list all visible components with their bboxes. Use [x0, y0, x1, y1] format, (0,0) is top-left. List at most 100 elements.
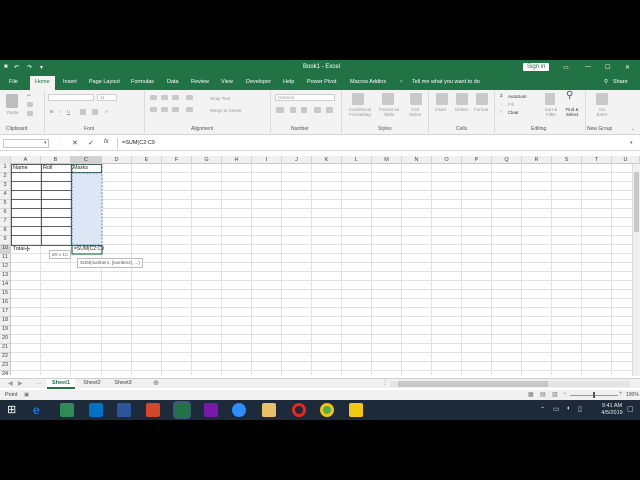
- page-break-view-icon[interactable]: ▥: [552, 391, 558, 398]
- find-select-button[interactable]: Find & Select: [562, 107, 582, 117]
- zoom-app-icon[interactable]: [232, 403, 246, 417]
- new-sheet-icon[interactable]: ⊕: [153, 379, 159, 387]
- function-tooltip[interactable]: SUM(number1, [number2], ...): [77, 258, 143, 268]
- row-header[interactable]: 8: [0, 227, 11, 236]
- column-header[interactable]: J: [282, 156, 312, 164]
- cut-icon[interactable]: ✂: [27, 93, 31, 98]
- font-size-box[interactable]: 11: [97, 94, 117, 101]
- tab-home[interactable]: Home: [30, 76, 55, 90]
- font-color-icon[interactable]: A: [105, 109, 108, 114]
- align-right-icon[interactable]: [172, 107, 179, 112]
- scrollbar-thumb[interactable]: [634, 172, 639, 232]
- zoom-level[interactable]: 100%: [626, 392, 639, 398]
- minimize-icon[interactable]: —: [585, 64, 591, 70]
- font-name-box[interactable]: [48, 94, 94, 101]
- fill-icon[interactable]: ↓: [500, 101, 502, 106]
- format-as-table-button[interactable]: Format as Table: [376, 107, 402, 117]
- row-header[interactable]: 3: [0, 182, 11, 191]
- merge-center-button[interactable]: Merge & Center: [210, 108, 242, 113]
- page-layout-view-icon[interactable]: ▤: [540, 391, 546, 398]
- expand-formula-icon[interactable]: ▾: [630, 140, 633, 146]
- column-header[interactable]: M: [372, 156, 402, 164]
- column-header[interactable]: R: [522, 156, 552, 164]
- share-button[interactable]: Share: [613, 79, 628, 85]
- cancel-icon[interactable]: ✕: [72, 139, 78, 147]
- more-sheets-icon[interactable]: …: [36, 380, 42, 386]
- name-box[interactable]: [3, 139, 49, 148]
- vertical-scrollbar[interactable]: [632, 164, 640, 376]
- number-format-box[interactable]: General: [275, 94, 335, 101]
- format-cells-button[interactable]: Format: [474, 107, 488, 112]
- column-header[interactable]: A: [11, 156, 41, 164]
- row-header[interactable]: 15: [0, 290, 11, 299]
- worksheet-grid[interactable]: 1 2 3 4 5 6 7 8 9 10 11 12 13 14 15 16 1…: [0, 164, 640, 375]
- zoom-out-icon[interactable]: −: [563, 391, 567, 397]
- tab-file[interactable]: File: [9, 79, 18, 85]
- indent-icon[interactable]: [186, 107, 193, 112]
- column-header[interactable]: K: [312, 156, 342, 164]
- fill-color-icon[interactable]: [92, 109, 98, 115]
- tab-formulas[interactable]: Formulas: [131, 79, 154, 85]
- prev-sheet-icon[interactable]: ◀: [8, 380, 13, 387]
- excel-icon[interactable]: [173, 401, 191, 419]
- sheet-tab-sheet1[interactable]: Sheet1: [47, 379, 75, 389]
- opera-icon[interactable]: [292, 403, 306, 417]
- on-enter-button[interactable]: On Enter: [594, 107, 610, 117]
- select-all[interactable]: [0, 156, 11, 164]
- clear-button[interactable]: Clear: [508, 110, 519, 115]
- tab-page-layout[interactable]: Page Layout: [89, 79, 120, 85]
- paste-icon[interactable]: [6, 94, 18, 108]
- find-select-icon[interactable]: ⚲: [566, 91, 573, 101]
- on-enter-icon[interactable]: [596, 93, 608, 105]
- row-header[interactable]: 1: [0, 164, 11, 173]
- cell-a10[interactable]: Total: [12, 245, 26, 254]
- row-header[interactable]: 20: [0, 335, 11, 344]
- collapse-ribbon-icon[interactable]: ⌃: [631, 128, 635, 133]
- row-header[interactable]: 5: [0, 200, 11, 209]
- row-header[interactable]: 13: [0, 272, 11, 281]
- row-header[interactable]: 23: [0, 362, 11, 371]
- accessibility-icon[interactable]: ▣: [24, 392, 29, 398]
- format-painter-icon[interactable]: [27, 111, 33, 116]
- tab-view[interactable]: View: [221, 79, 233, 85]
- scrollbar-thumb[interactable]: [398, 381, 548, 387]
- tab-data[interactable]: Data: [167, 79, 179, 85]
- share-icon[interactable]: ⚲: [604, 79, 608, 85]
- insert-cells-button[interactable]: Insert: [435, 107, 446, 112]
- zoom-slider-thumb[interactable]: [593, 392, 595, 398]
- file-explorer-icon[interactable]: [262, 403, 276, 417]
- row-header[interactable]: 24: [0, 371, 11, 375]
- row-header[interactable]: 11: [0, 254, 11, 263]
- tab-developer[interactable]: Developer: [246, 79, 271, 85]
- battery-icon[interactable]: ▯: [578, 405, 582, 413]
- row-header[interactable]: 21: [0, 344, 11, 353]
- notification-area-icon[interactable]: ⌃: [540, 406, 545, 413]
- comma-icon[interactable]: [301, 107, 307, 113]
- column-header[interactable]: I: [252, 156, 282, 164]
- column-header[interactable]: S: [552, 156, 582, 164]
- conditional-formatting-icon[interactable]: [352, 93, 364, 105]
- edge-icon[interactable]: e: [33, 403, 47, 417]
- percent-icon[interactable]: [290, 107, 296, 113]
- align-center-icon[interactable]: [161, 107, 168, 112]
- row-header[interactable]: 9: [0, 236, 11, 245]
- sign-in-button[interactable]: Sign in: [523, 63, 550, 71]
- row-header[interactable]: 17: [0, 308, 11, 317]
- power-bi-icon[interactable]: [349, 403, 363, 417]
- row-header[interactable]: 2: [0, 173, 11, 182]
- row-header[interactable]: 7: [0, 218, 11, 227]
- customize-qat-icon[interactable]: ▾: [40, 64, 43, 71]
- cell-styles-icon[interactable]: [410, 93, 422, 105]
- delete-cells-icon[interactable]: [456, 93, 468, 105]
- formula-input[interactable]: =SUM(C2:C9: [122, 140, 155, 146]
- save-icon[interactable]: ■: [4, 64, 8, 70]
- sort-filter-button[interactable]: Sort & Filter: [541, 107, 561, 117]
- column-header[interactable]: N: [402, 156, 432, 164]
- column-header[interactable]: L: [342, 156, 372, 164]
- windows-start-icon[interactable]: ⊞: [7, 403, 16, 416]
- decrease-decimal-icon[interactable]: [326, 107, 333, 113]
- row-header[interactable]: 6: [0, 209, 11, 218]
- autosum-icon[interactable]: Σ: [500, 93, 503, 98]
- network-icon[interactable]: ▭: [553, 405, 560, 413]
- redo-icon[interactable]: ↷: [27, 64, 32, 71]
